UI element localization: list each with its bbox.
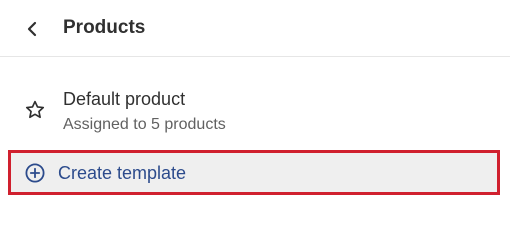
plus-circle-icon — [25, 163, 45, 183]
create-template-button[interactable]: Create template — [8, 150, 500, 195]
page-title: Products — [63, 17, 146, 38]
template-name: Default product — [63, 89, 186, 109]
template-assignment-text: Assigned to 5 products — [63, 116, 226, 133]
star-outline-icon — [25, 100, 45, 119]
template-item-default-product[interactable]: Default product Assigned to 5 products — [0, 78, 510, 142]
chevron-left-icon — [27, 21, 37, 37]
create-template-label: Create template — [58, 163, 187, 183]
back-button[interactable] — [18, 15, 46, 43]
page-header: Products — [0, 0, 510, 57]
